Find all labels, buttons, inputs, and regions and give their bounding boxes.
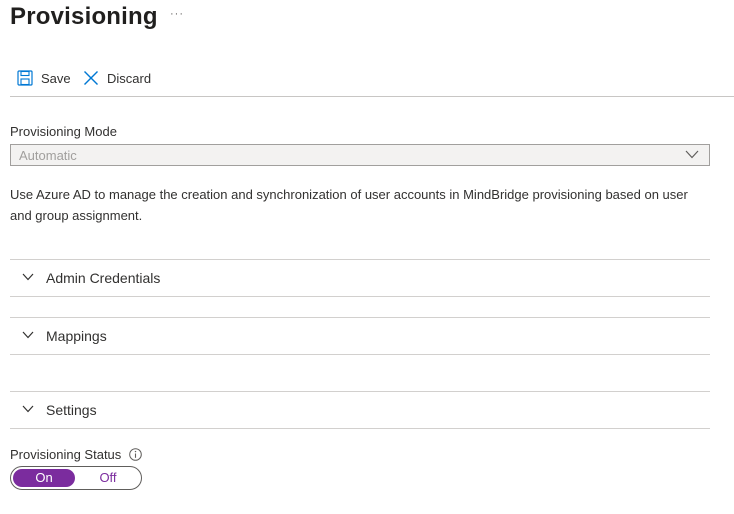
chevron-down-icon (22, 273, 34, 281)
close-icon (84, 71, 98, 85)
page-title: Provisioning (10, 3, 158, 30)
status-on-option[interactable]: On (13, 469, 75, 487)
section-mappings[interactable]: Mappings (10, 317, 710, 355)
save-label: Save (41, 70, 71, 86)
provisioning-description: Use Azure AD to manage the creation and … (10, 187, 688, 223)
more-options-icon[interactable]: ··· (170, 8, 184, 20)
chevron-down-icon (22, 405, 34, 413)
provisioning-mode-dropdown[interactable]: Automatic (10, 144, 710, 166)
provisioning-mode-value: Automatic (19, 148, 77, 163)
provisioning-status-label: Provisioning Status (10, 447, 122, 462)
discard-label: Discard (107, 70, 152, 86)
provisioning-status-label-row: Provisioning Status (10, 447, 143, 462)
section-admin-credentials[interactable]: Admin Credentials (10, 259, 710, 297)
info-icon[interactable] (129, 448, 143, 461)
section-settings[interactable]: Settings (10, 391, 710, 429)
section-title: Settings (46, 402, 97, 418)
command-bar: Save Discard (10, 66, 734, 97)
provisioning-status-toggle: On Off (10, 466, 142, 490)
discard-button[interactable]: Discard (83, 66, 151, 90)
chevron-down-icon (685, 150, 699, 159)
save-button[interactable]: Save (17, 66, 71, 90)
chevron-down-icon (22, 331, 34, 339)
provisioning-mode-label: Provisioning Mode (10, 124, 117, 139)
section-title: Admin Credentials (46, 270, 161, 286)
status-off-option[interactable]: Off (77, 469, 139, 487)
section-title: Mappings (46, 328, 107, 344)
save-icon (17, 70, 33, 86)
